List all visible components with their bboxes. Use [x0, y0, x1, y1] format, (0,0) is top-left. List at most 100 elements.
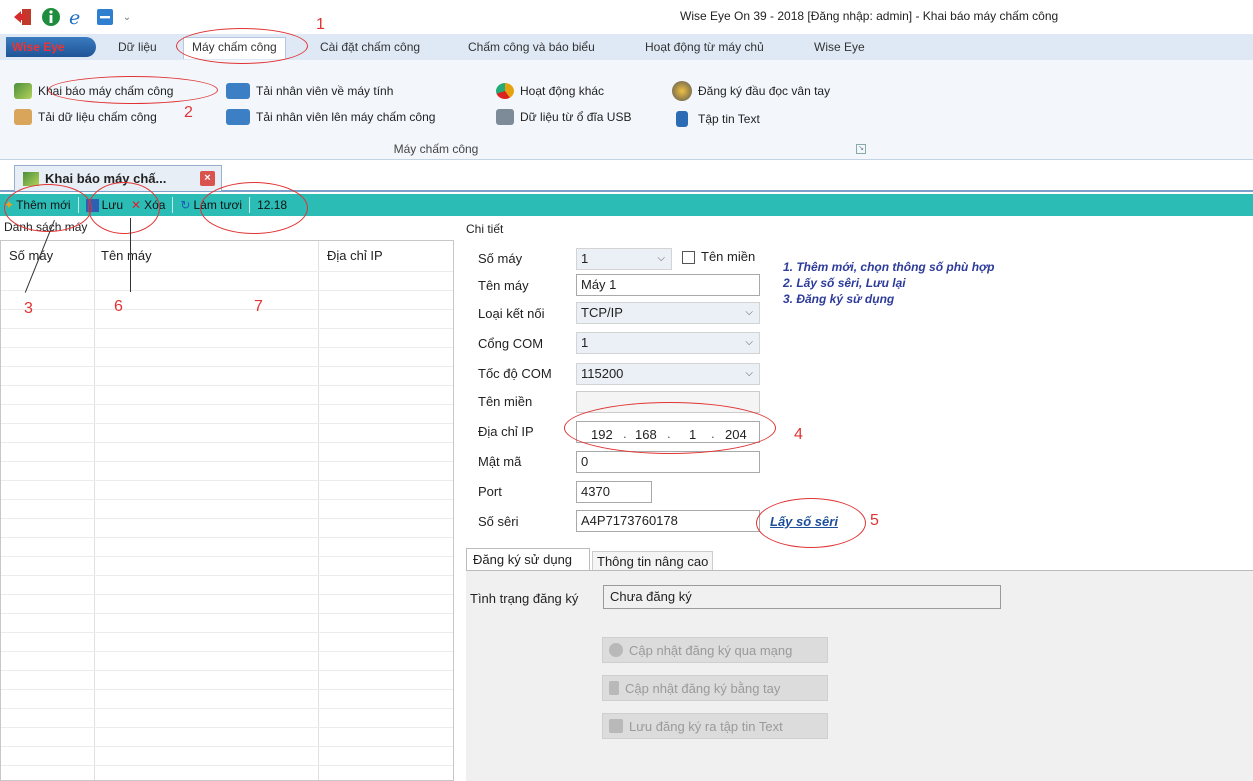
grid-row-line [1, 651, 453, 652]
domain-checkbox[interactable] [682, 251, 695, 264]
box-icon [14, 109, 32, 125]
tab-cham-cong-bao-bieu[interactable]: Chấm công và báo biểu [468, 38, 595, 60]
save-to-text-button[interactable]: Lưu đăng ký ra tập tin Text [602, 713, 828, 739]
chevron-down-icon: ⌵ [657, 253, 665, 264]
tab-du-lieu[interactable]: Dữ liệu [118, 38, 157, 60]
annotation-number: 4 [794, 426, 803, 443]
com-speed-select[interactable]: 115200 ⌵ [576, 363, 760, 385]
grid-column-divider [318, 241, 319, 780]
ribbon-tai-nv-ve-may[interactable]: Tải nhân viên về máy tính [226, 82, 393, 100]
label-toc-do-com: Tốc độ COM [478, 366, 552, 381]
app-menu-button[interactable]: Wise Eye [6, 37, 96, 57]
com-speed-value: 115200 [581, 366, 624, 381]
grid-row-line [1, 537, 453, 538]
column-header-so-may[interactable]: Số máy [9, 248, 53, 263]
grid-row-line [1, 461, 453, 462]
serial-input[interactable]: A4P7173760178 [576, 510, 760, 532]
grid-row-line [1, 480, 453, 481]
label-mat-ma: Mật mã [478, 454, 522, 469]
chart-icon [23, 171, 39, 186]
registration-status-label: Tình trạng đăng ký [470, 591, 579, 606]
machine-no-select[interactable]: 1 ⌵ [576, 248, 672, 270]
annotation-ellipse [564, 402, 776, 454]
pie-icon [496, 83, 514, 99]
minimize-icon[interactable] [94, 6, 116, 28]
grid-row-line [1, 271, 453, 272]
group-expand-icon[interactable]: ↘ [856, 144, 866, 154]
annotation-number: 2 [184, 104, 193, 121]
column-header-ten-may[interactable]: Tên máy [101, 248, 152, 263]
grid-row-line [1, 670, 453, 671]
ribbon-item-label: Dữ liệu từ ổ đĩa USB [520, 110, 632, 124]
grid-row-line [1, 727, 453, 728]
annotation-ellipse [176, 28, 308, 64]
annotation-number: 7 [254, 298, 263, 315]
title-bar: e ⌄ Wise Eye On 39 - 2018 [Đăng nhập: ad… [0, 0, 1253, 34]
tab-dang-ky-su-dung[interactable]: Đăng ký sử dụng [466, 548, 590, 570]
users-up-icon [226, 109, 250, 125]
connection-type-select[interactable]: TCP/IP ⌵ [576, 302, 760, 324]
close-icon[interactable]: × [200, 171, 215, 186]
annotation-number: 3 [24, 300, 33, 317]
info-icon[interactable] [40, 6, 62, 28]
annotation-number: 5 [870, 512, 879, 529]
connection-type-value: TCP/IP [581, 305, 623, 320]
chevron-down-icon: ⌵ [745, 307, 753, 318]
grid-row-line [1, 556, 453, 557]
machine-list-grid[interactable]: Số máy Tên máy Địa chỉ IP [0, 240, 454, 781]
ribbon-hoat-dong-khac[interactable]: Hoạt động khác [496, 82, 604, 100]
button-label: Lưu đăng ký ra tập tin Text [629, 718, 783, 734]
grid-row-line [1, 328, 453, 329]
refresh-icon: ↻ [180, 198, 191, 212]
ribbon-dang-ky-van-tay[interactable]: Đăng ký đầu đọc vân tay [672, 81, 831, 101]
customize-qa-icon[interactable]: ⌄ [120, 6, 134, 28]
grid-row-line [1, 765, 453, 766]
label-port: Port [478, 484, 502, 499]
annotation-pointer-line [130, 218, 131, 292]
ribbon-item-label: Tập tin Text [698, 112, 760, 126]
tab-thong-tin-nang-cao[interactable]: Thông tin nâng cao [592, 551, 714, 571]
users-down-icon [226, 83, 250, 99]
fingerprint-icon [672, 81, 692, 101]
tab-cai-dat-cham-cong[interactable]: Cài đặt chấm công [320, 38, 420, 60]
exit-icon[interactable] [12, 6, 34, 28]
document-tab-strip: Khai báo máy chấ... × [0, 160, 1253, 192]
label-dia-chi-ip: Địa chỉ IP [478, 424, 534, 439]
machine-name-input[interactable]: Máy 1 [576, 274, 760, 296]
annotation-ellipse [88, 182, 160, 234]
svg-text:e: e [69, 7, 80, 27]
toolbar-separator [172, 197, 174, 213]
com-port-value: 1 [581, 335, 589, 350]
browser-icon[interactable]: e [66, 6, 88, 28]
update-manual-button[interactable]: Cập nhật đăng ký bằng tay [602, 675, 828, 701]
registration-status-field: Chưa đăng ký [603, 585, 1001, 609]
tab-hoat-dong-may-chu[interactable]: Hoạt động từ máy chủ [645, 38, 764, 60]
annotation-number: 6 [114, 298, 123, 315]
grid-column-divider [94, 241, 95, 780]
grid-row-line [1, 613, 453, 614]
grid-row-line [1, 499, 453, 500]
grid-row-line [1, 708, 453, 709]
annotation-ellipse [756, 498, 866, 548]
update-online-button[interactable]: Cập nhật đăng ký qua mạng [602, 637, 828, 663]
ribbon-tai-du-lieu[interactable]: Tải dữ liệu chấm công [14, 108, 157, 126]
ribbon-tai-nv-len-may[interactable]: Tải nhân viên lên máy chấm công [226, 108, 435, 126]
tab-wise-eye[interactable]: Wise Eye [814, 38, 865, 60]
hint-step-3: 3. Đăng ký sử dụng [783, 292, 895, 306]
annotation-ellipse [48, 76, 218, 104]
ribbon-item-label: Đăng ký đầu đọc vân tay [698, 84, 831, 98]
grid-row-line [1, 442, 453, 443]
ribbon-du-lieu-usb[interactable]: Dữ liệu từ ổ đĩa USB [496, 108, 631, 126]
globe-icon [609, 643, 623, 657]
save-icon [609, 719, 623, 733]
machine-no-value: 1 [581, 251, 589, 266]
ribbon-tap-tin-text[interactable]: Tập tin Text [672, 110, 760, 128]
password-input[interactable]: 0 [576, 451, 760, 473]
button-label: Cập nhật đăng ký bằng tay [625, 680, 781, 696]
grid-row-line [1, 309, 453, 310]
column-header-dia-chi-ip[interactable]: Địa chỉ IP [327, 248, 383, 263]
port-input[interactable]: 4370 [576, 481, 652, 503]
com-port-select[interactable]: 1 ⌵ [576, 332, 760, 354]
label-so-seri: Số sêri [478, 514, 519, 529]
grid-row-line [1, 423, 453, 424]
